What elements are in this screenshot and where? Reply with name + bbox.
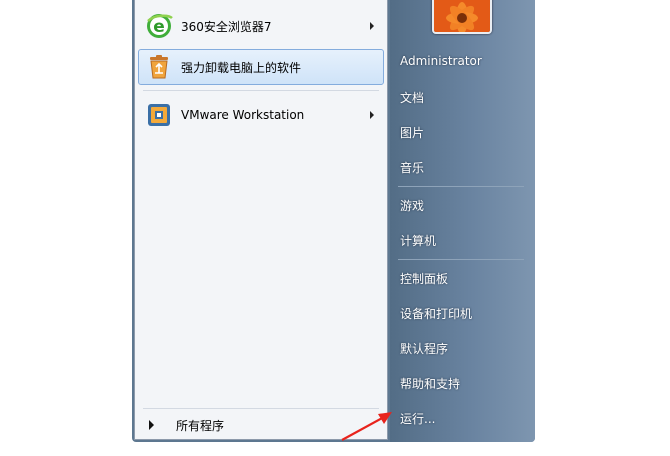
red-arrow-annotation <box>341 412 392 441</box>
